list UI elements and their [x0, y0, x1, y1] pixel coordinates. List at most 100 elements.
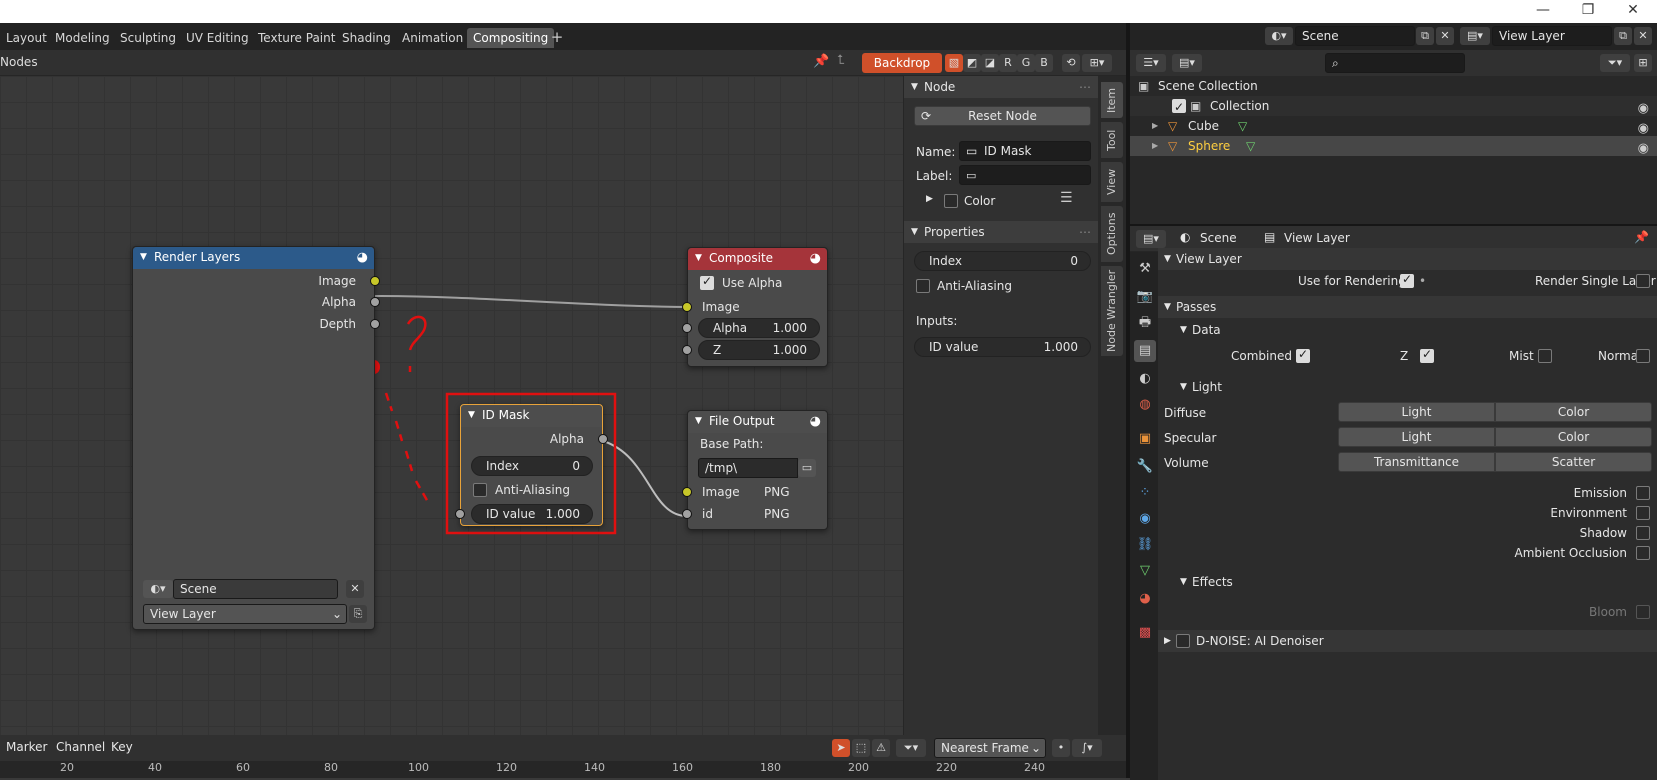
backdrop-toggle[interactable]: Backdrop	[862, 53, 942, 73]
tab-options[interactable]: Options	[1101, 206, 1123, 262]
channel-g-button[interactable]: G	[1017, 54, 1035, 72]
filter-icon[interactable]: ⏷▾	[896, 739, 926, 757]
output-tab-icon[interactable]: 🖶	[1134, 312, 1156, 334]
render-icon[interactable]: ◕	[357, 247, 368, 268]
key-menu[interactable]: Key	[111, 740, 133, 754]
tab-layout[interactable]: Layout	[0, 28, 53, 48]
material-tab-icon[interactable]: ◕	[1134, 588, 1156, 610]
composite-alpha-field[interactable]: Alpha 1.000	[698, 318, 820, 338]
volume-transmittance-button[interactable]: Transmittance	[1338, 452, 1495, 472]
view-layer-tab-icon[interactable]: ▤	[1134, 340, 1156, 362]
tool-tab-icon[interactable]: ⚒	[1134, 258, 1156, 280]
delete-view-layer-icon[interactable]: ✕	[1634, 27, 1652, 45]
scene-tab-icon[interactable]: ◐	[1134, 368, 1156, 390]
render-tab-icon[interactable]: 📷	[1134, 286, 1156, 308]
reset-node-button[interactable]: ⟳ Reset Node	[914, 106, 1091, 126]
node-panel-header[interactable]: ▼ Node ⋯	[904, 76, 1099, 98]
collapse-icon[interactable]: ▼	[695, 411, 702, 432]
channel-r-button[interactable]: R	[999, 54, 1017, 72]
backdrop-alpha-only-icon[interactable]: ◪	[981, 54, 999, 72]
delete-scene-icon[interactable]: ✕	[1436, 27, 1454, 45]
backdrop-color-icon[interactable]: ▧	[945, 54, 963, 72]
effects-subsection-header[interactable]: ▼ Effects	[1158, 571, 1657, 593]
diffuse-color-button[interactable]: Color	[1495, 402, 1652, 422]
file-output-node[interactable]: ▼ File Output ◕ Base Path: /tmp\ ▭ Image…	[682, 410, 828, 530]
socket-image-in[interactable]	[682, 302, 692, 312]
properties-panel-header[interactable]: ▼ Properties ⋯	[904, 221, 1099, 243]
render-layers-header[interactable]: ▼ Render Layers ◕	[133, 247, 374, 269]
socket-alpha-in[interactable]	[682, 323, 692, 333]
tab-sculpting[interactable]: Sculpting	[114, 28, 182, 48]
emission-checkbox[interactable]	[1636, 486, 1650, 500]
falloff-icon[interactable]: ∫▾	[1072, 739, 1102, 757]
use-alpha-checkbox[interactable]	[700, 274, 714, 290]
socket-z-in[interactable]	[682, 345, 692, 355]
data-tab-icon[interactable]: ▽	[1134, 560, 1156, 582]
specular-light-button[interactable]: Light	[1338, 427, 1495, 447]
tab-texture-paint[interactable]: Texture Paint	[252, 28, 341, 48]
collapse-icon[interactable]: ▼	[140, 247, 147, 268]
view-layer-field[interactable]: View Layer	[1492, 26, 1612, 46]
environment-checkbox[interactable]	[1636, 506, 1650, 520]
shadow-checkbox[interactable]	[1636, 526, 1650, 540]
new-scene-icon[interactable]: ⧉	[1416, 27, 1434, 45]
data-subsection-header[interactable]: ▼ Data	[1158, 319, 1657, 341]
socket-id-in[interactable]	[682, 509, 692, 519]
outliner-row-cube[interactable]: ▶ ▽ Cube ▽ ◉	[1130, 116, 1657, 136]
dnoise-checkbox[interactable]	[1176, 634, 1190, 648]
id-mask-header[interactable]: ▼ ID Mask	[461, 405, 602, 427]
mesh-data-icon[interactable]: ▽	[1246, 136, 1255, 156]
editor-type-icon[interactable]: ▤▾	[1136, 230, 1166, 248]
restore-icon[interactable]: ❐	[1578, 2, 1598, 18]
tab-view[interactable]: View	[1101, 162, 1123, 202]
collapse-icon[interactable]: ▼	[468, 405, 475, 426]
close-icon[interactable]: ✕	[1623, 2, 1643, 18]
outliner-row-sphere[interactable]: ▶ ▽ Sphere ▽ ◉	[1130, 136, 1657, 156]
display-mode-icon[interactable]: ▤▾	[1172, 54, 1202, 72]
npanel-anti-aliasing-checkbox[interactable]	[916, 279, 930, 293]
snap-element-icon[interactable]: ⊞▾	[1082, 54, 1112, 72]
view-layer-section-header[interactable]: ▼ View Layer	[1158, 248, 1657, 270]
outliner-row-scene-collection[interactable]: ▣ Scene Collection	[1130, 76, 1657, 96]
use-color-checkbox[interactable]	[944, 194, 958, 208]
tab-uv-editing[interactable]: UV Editing	[180, 28, 255, 48]
ambient-occlusion-checkbox[interactable]	[1636, 546, 1650, 560]
pin-icon[interactable]: 📌	[1634, 230, 1649, 244]
minimize-icon[interactable]: —	[1533, 2, 1553, 18]
render-layers-view-layer-field[interactable]: View Layer ⌄	[143, 604, 347, 624]
dnoise-section-header[interactable]: ▶ D-NOISE: AI Denoiser	[1158, 630, 1657, 652]
collapse-icon[interactable]: ▼	[695, 248, 702, 269]
mist-checkbox[interactable]	[1538, 349, 1552, 363]
bloom-checkbox[interactable]	[1636, 605, 1650, 619]
tab-modeling[interactable]: Modeling	[49, 28, 116, 48]
socket-alpha-out[interactable]	[598, 434, 608, 444]
timeline-ruler[interactable]: 20 40 60 80 100 120 140 160 180 200 220 …	[0, 761, 1126, 778]
combined-checkbox[interactable]	[1296, 347, 1310, 363]
composite-node[interactable]: ▼ Composite ◕ Use Alpha Image Alpha 1.00…	[682, 247, 828, 367]
composite-header[interactable]: ▼ Composite ◕	[688, 248, 827, 270]
passes-section-header[interactable]: ▼ Passes	[1158, 296, 1657, 318]
world-tab-icon[interactable]: ◍	[1134, 394, 1156, 416]
add-workspace-button[interactable]: +	[547, 28, 567, 48]
collection-checkbox[interactable]	[1172, 97, 1186, 117]
file-output-header[interactable]: ▼ File Output ◕	[688, 411, 827, 433]
animate-dot-icon[interactable]: •	[1419, 272, 1426, 290]
render-layers-scene-field[interactable]: Scene	[173, 579, 338, 599]
expand-icon[interactable]: ▶	[926, 194, 933, 204]
tab-tool[interactable]: Tool	[1101, 122, 1123, 158]
z-checkbox[interactable]	[1420, 347, 1434, 363]
snap-icon[interactable]: ⟲	[1062, 54, 1080, 72]
drag-handle-icon[interactable]: ⋯	[1079, 76, 1091, 98]
expand-icon[interactable]: ▶	[1152, 116, 1158, 136]
object-tab-icon[interactable]: ▣	[1134, 428, 1156, 450]
render-single-layer-icon[interactable]: ⎘	[349, 605, 367, 623]
render-layers-node[interactable]: ▼ Render Layers ◕ Image Alpha Depth ◐▾ S…	[132, 246, 380, 630]
render-single-layer-checkbox[interactable]	[1636, 274, 1650, 288]
node-label-field[interactable]: ▭	[959, 165, 1091, 185]
normal-checkbox[interactable]	[1636, 349, 1650, 363]
box-select-icon[interactable]: ⬚	[852, 739, 870, 757]
channel-b-button[interactable]: B	[1035, 54, 1053, 72]
expand-icon[interactable]: ▶	[1152, 136, 1158, 156]
node-name-field[interactable]: ▭ ID Mask	[959, 141, 1091, 161]
outliner-search-input[interactable]: ⌕	[1325, 53, 1465, 73]
